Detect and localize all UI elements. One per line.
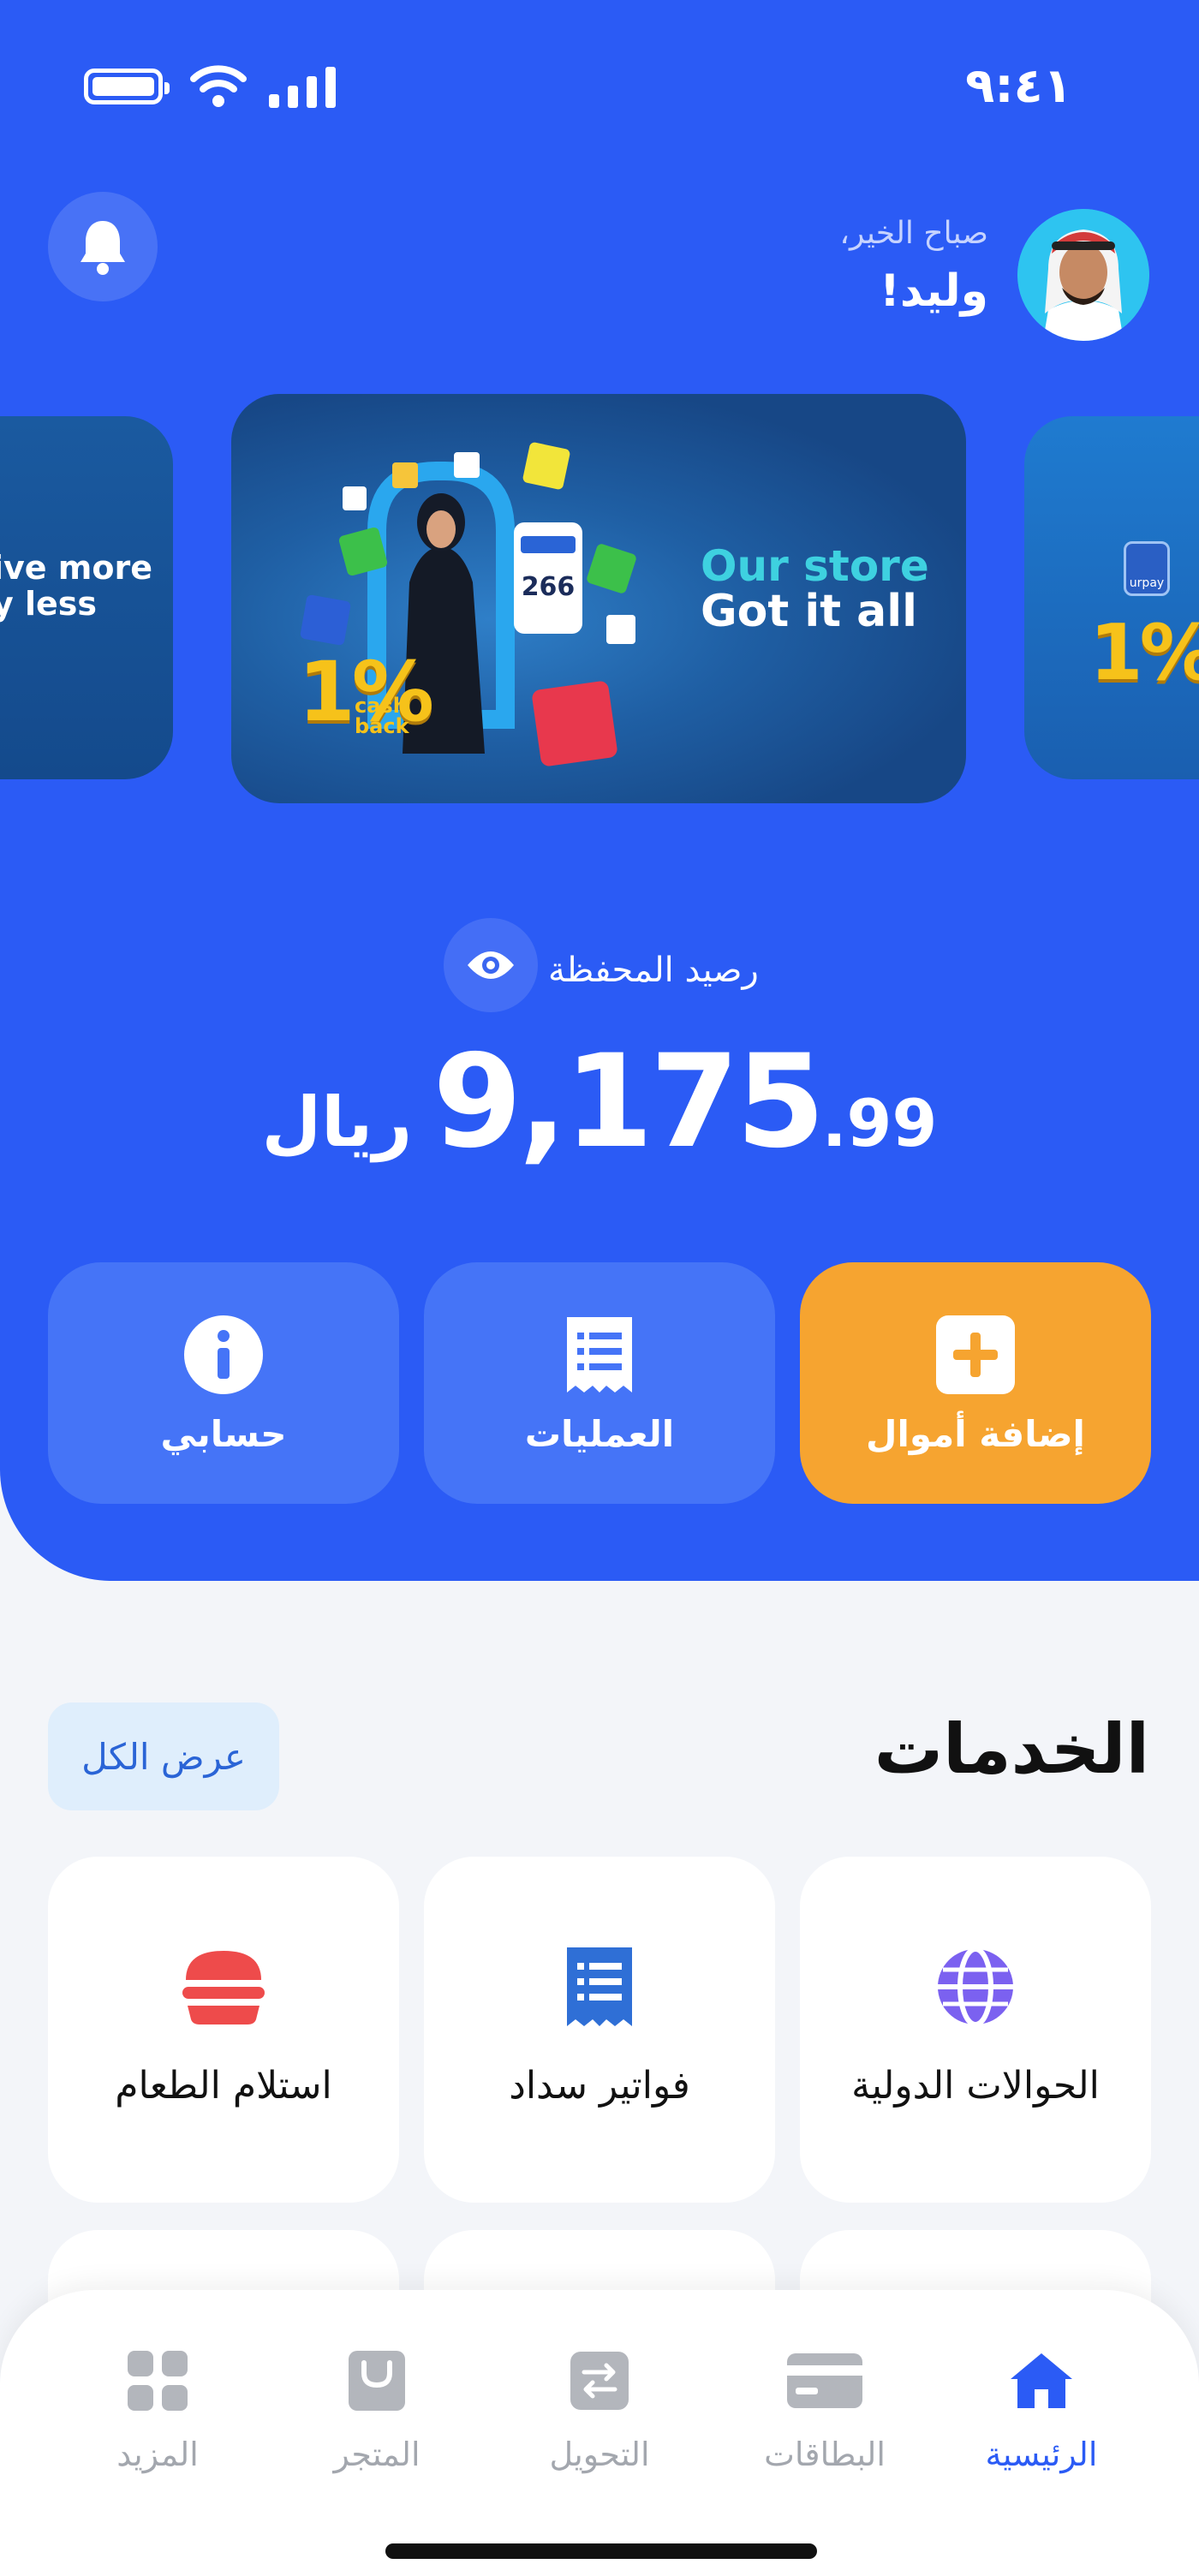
next-banner-percent: 1% <box>1089 608 1199 698</box>
tab-label: البطاقات <box>764 2436 886 2473</box>
cashback-label: cash back <box>355 694 409 738</box>
balance-decimal: .99 <box>821 1085 938 1161</box>
tab-store[interactable]: المتجر <box>283 2346 471 2473</box>
service-international-transfers[interactable]: الحوالات الدولية <box>800 1857 1151 2203</box>
price-tag-value: 266 <box>521 572 576 602</box>
my-account-button[interactable]: حسابي <box>48 1262 399 1504</box>
bag-icon <box>349 2351 405 2411</box>
grid-icon <box>128 2351 188 2411</box>
my-account-label: حسابي <box>160 1413 287 1455</box>
balance-currency: ريال <box>261 1082 413 1162</box>
tab-more[interactable]: المزيد <box>63 2346 252 2473</box>
home-icon <box>1011 2353 1072 2408</box>
wallet-balance: ريال 9,175 .99 <box>0 1028 1199 1177</box>
transactions-button[interactable]: العمليات <box>424 1262 775 1504</box>
avatar[interactable] <box>1017 209 1149 341</box>
globe-icon <box>938 1947 1013 2026</box>
promo-banner-store[interactable]: 266 1% cash back Our store Got it all <box>231 394 966 803</box>
home-indicator <box>385 2543 817 2559</box>
balance-integer: 9,175 <box>432 1028 825 1177</box>
add-money-label: إضافة أموال <box>866 1413 1085 1455</box>
tab-label: المزيد <box>116 2436 199 2473</box>
receipt-icon <box>567 1317 632 1392</box>
urpay-brand: urpay <box>1129 576 1165 590</box>
greeting-text: صباح الخير، <box>839 216 988 251</box>
info-icon <box>184 1315 263 1394</box>
banner-left-line-1: ive more <box>0 549 152 587</box>
tab-label: المتجر <box>333 2436 421 2473</box>
add-money-button[interactable]: إضافة أموال <box>800 1262 1151 1504</box>
tab-label: التحويل <box>549 2436 650 2473</box>
eye-icon <box>468 951 514 979</box>
transactions-label: العمليات <box>524 1413 675 1455</box>
store-banner-line-1: Our store <box>701 541 929 591</box>
hero-panel: ٩:٤١ صباح الخير، وليد! ive more y less 2… <box>0 0 1199 1581</box>
bill-icon <box>567 1947 632 2026</box>
promo-banner-next[interactable]: urpay 1% <box>1024 416 1199 779</box>
banner-left-line-2: y less <box>0 585 98 623</box>
tab-label: الرئيسية <box>985 2436 1098 2473</box>
view-all-button[interactable]: عرض الكل <box>48 1702 279 1810</box>
transfer-icon <box>570 2352 629 2410</box>
services-title: الخدمات <box>874 1709 1149 1789</box>
bottom-tab-bar: الرئيسية البطاقات التحويل المتجر المزيد <box>0 2290 1199 2576</box>
tab-transfer[interactable]: التحويل <box>505 2346 694 2473</box>
service-label: استلام الطعام <box>115 2064 332 2108</box>
battery-icon <box>84 69 170 104</box>
urpay-logo: urpay <box>1124 541 1170 596</box>
notifications-button[interactable] <box>48 192 158 301</box>
plus-icon <box>936 1315 1015 1394</box>
burger-icon <box>182 1951 265 2024</box>
store-banner-line-2: Got it all <box>701 586 917 637</box>
bell-icon <box>81 221 125 275</box>
service-label: الحوالات الدولية <box>851 2064 1100 2108</box>
toggle-balance-visibility-button[interactable] <box>444 918 538 1012</box>
cashback-badge: 1% cash back <box>298 651 434 738</box>
card-icon <box>787 2353 862 2408</box>
tab-home[interactable]: الرئيسية <box>947 2346 1136 2473</box>
user-name: وليد! <box>880 265 988 317</box>
status-time: ٩:٤١ <box>965 58 1072 114</box>
service-food-pickup[interactable]: استلام الطعام <box>48 1857 399 2203</box>
service-sadad-bills[interactable]: فواتير سداد <box>424 1857 775 2203</box>
wifi-icon <box>190 65 247 107</box>
tab-cards[interactable]: البطاقات <box>731 2346 919 2473</box>
service-label: فواتير سداد <box>509 2064 690 2108</box>
wallet-balance-label: رصيد المحفظة <box>548 951 759 990</box>
signal-icon <box>269 67 336 108</box>
promo-banner-previous[interactable]: ive more y less <box>0 416 173 779</box>
